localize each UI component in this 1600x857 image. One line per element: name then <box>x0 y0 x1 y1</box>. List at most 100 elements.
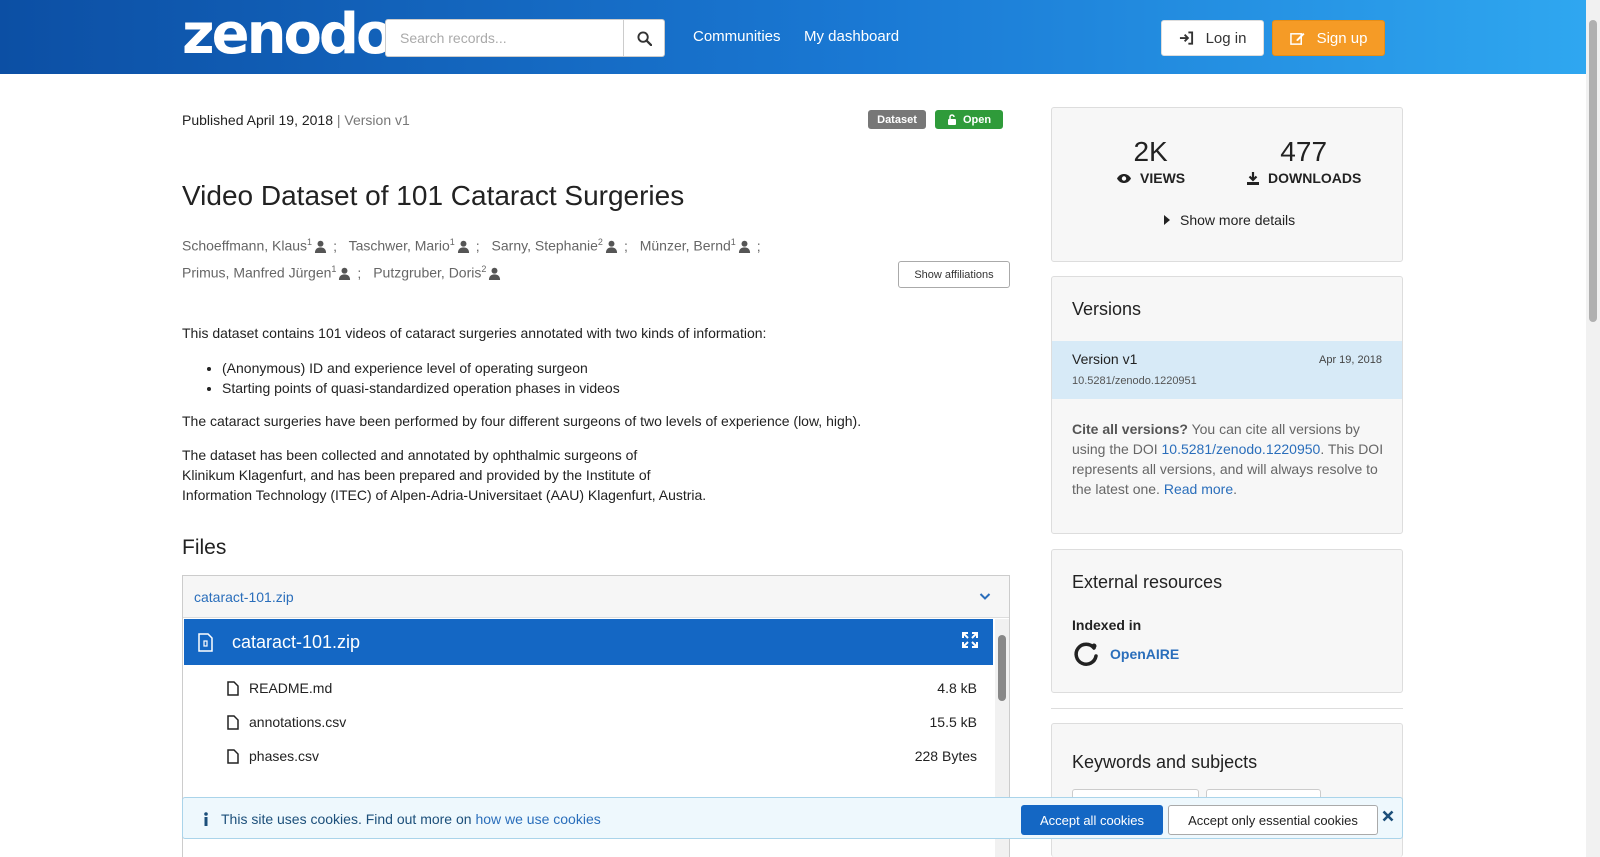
file-size: 15.5 kB <box>929 714 977 730</box>
concept-doi-link[interactable]: 10.5281/zenodo.1220950 <box>1162 441 1321 457</box>
author-affiliation-number: 1 <box>331 264 337 274</box>
file-name: README.md <box>249 680 333 696</box>
versions-title: Versions <box>1072 299 1142 319</box>
expand-icon[interactable] <box>961 631 979 649</box>
info-icon <box>204 812 208 826</box>
show-affiliations-button[interactable]: Show affiliations <box>898 261 1010 288</box>
version-doi: 10.5281/zenodo.1220951 <box>1072 375 1197 387</box>
cookie-policy-link[interactable]: how we use cookies <box>475 811 600 827</box>
archive-preview-header: cataract-101.zip <box>184 619 993 665</box>
downloads-stat: 477 DOWNLOADS <box>1246 136 1361 186</box>
edit-icon <box>1289 32 1305 45</box>
author-name[interactable]: Schoeffmann, Klaus <box>182 238 307 254</box>
description-intro: This dataset contains 101 videos of cata… <box>182 325 767 341</box>
file-archive-icon <box>198 632 213 652</box>
cite-end: . <box>1233 481 1237 497</box>
author-list-line-2: Primus, Manfred Jürgen1; Putzgruber, Dor… <box>182 256 802 287</box>
user-icon[interactable] <box>488 267 501 280</box>
list-item: (Anonymous) ID and experience level of o… <box>222 358 620 378</box>
author-affiliation-number: 1 <box>730 237 736 247</box>
user-icon[interactable] <box>605 240 618 253</box>
user-icon[interactable] <box>738 240 751 253</box>
file-icon <box>227 748 239 764</box>
author-name[interactable]: Primus, Manfred Jürgen <box>182 265 331 281</box>
file-icon <box>227 680 239 696</box>
open-badge-label: Open <box>962 113 992 126</box>
openaire-logo-icon <box>1074 642 1098 666</box>
page-scrollbar[interactable] <box>1586 0 1600 857</box>
external-resources-panel: External resources Indexed in OpenAIRE <box>1051 549 1403 693</box>
show-more-details-toggle[interactable]: Show more details <box>1164 212 1295 228</box>
search-icon <box>637 30 652 46</box>
sidebar-divider <box>1051 708 1403 709</box>
author-affiliation-number: 1 <box>307 237 313 247</box>
table-row[interactable]: README.md 4.8 kB <box>227 676 977 700</box>
files-heading: Files <box>182 536 227 559</box>
search-button[interactable] <box>624 19 665 57</box>
file-name: annotations.csv <box>249 714 347 730</box>
published-text: Published April 19, 2018 <box>182 112 333 128</box>
preview-scrollbar-thumb[interactable] <box>998 635 1006 701</box>
files-accordion-header[interactable]: cataract-101.zip <box>183 576 1009 618</box>
views-stat: 2K VIEWS <box>1116 136 1185 186</box>
accept-essential-cookies-button[interactable]: Accept only essential cookies <box>1168 805 1378 835</box>
author-name[interactable]: Sarny, Stephanie <box>492 238 598 254</box>
openaire-link[interactable]: OpenAIRE <box>1072 640 1179 668</box>
file-icon <box>227 714 239 730</box>
indexed-in-label: Indexed in <box>1072 617 1142 633</box>
unlock-icon <box>947 114 956 125</box>
accept-all-cookies-button[interactable]: Accept all cookies <box>1021 805 1163 835</box>
user-icon[interactable] <box>338 267 351 280</box>
read-more-link[interactable]: Read more <box>1164 481 1233 497</box>
eye-icon <box>1117 173 1131 183</box>
top-navbar: zenodo Communities My dashboard Log in S… <box>0 0 1586 74</box>
table-row[interactable]: annotations.csv 15.5 kB <box>227 710 977 734</box>
publication-date: Published April 19, 2018 | Version v1 <box>182 112 410 128</box>
page-scrollbar-thumb[interactable] <box>1589 20 1597 322</box>
record-title: Video Dataset of 101 Cataract Surgeries <box>182 180 685 211</box>
cookie-text: This site uses cookies. Find out more on <box>221 811 476 827</box>
signup-label: Sign up <box>1316 29 1368 47</box>
views-count: 2K <box>1133 136 1168 167</box>
description-bullets: (Anonymous) ID and experience level of o… <box>222 358 620 398</box>
description-line: Information Technology (ITEC) of Alpen-A… <box>182 487 707 503</box>
file-size: 4.8 kB <box>937 680 977 696</box>
chevron-down-icon[interactable] <box>979 592 991 601</box>
login-label: Log in <box>1205 29 1247 47</box>
archive-link[interactable]: cataract-101.zip <box>194 589 294 605</box>
author-name[interactable]: Putzgruber, Doris <box>373 265 481 281</box>
external-resources-title: External resources <box>1072 572 1223 592</box>
caret-right-icon <box>1164 215 1170 225</box>
search-input[interactable] <box>385 19 625 57</box>
version-name[interactable]: Version v1 <box>1072 351 1137 367</box>
description-paragraph-2: The cataract surgeries have been perform… <box>182 413 862 429</box>
author-name[interactable]: Taschwer, Mario <box>349 238 450 254</box>
table-row[interactable]: phases.csv 228 Bytes <box>227 744 977 768</box>
list-item: Starting points of quasi-standardized op… <box>222 378 620 398</box>
zenodo-logo[interactable]: zenodo <box>182 7 394 63</box>
downloads-count: 477 <box>1280 136 1328 167</box>
version-item-current[interactable]: Version v1 Apr 19, 2018 10.5281/zenodo.1… <box>1052 341 1402 399</box>
dataset-badge: Dataset <box>868 110 926 129</box>
signup-button[interactable]: Sign up <box>1272 20 1385 56</box>
dataset-badge-label: Dataset <box>877 113 917 126</box>
description-line: Klinikum Klagenfurt, and has been prepar… <box>182 467 651 483</box>
stats-panel: 2K VIEWS 477 DOWNLOADS Show more details <box>1051 107 1403 262</box>
keywords-title: Keywords and subjects <box>1072 752 1258 772</box>
nav-my-dashboard[interactable]: My dashboard <box>804 28 899 45</box>
cookie-message: This site uses cookies. Find out more on… <box>221 811 601 827</box>
close-icon[interactable] <box>1382 810 1394 822</box>
version-date: Apr 19, 2018 <box>1319 354 1382 366</box>
description-line: The dataset has been collected and annot… <box>182 447 638 463</box>
nav-communities[interactable]: Communities <box>693 28 781 45</box>
author-name[interactable]: Münzer, Bernd <box>640 238 731 254</box>
user-icon[interactable] <box>457 240 470 253</box>
search-form <box>385 19 665 57</box>
description-paragraph-3: The dataset has been collected and annot… <box>182 445 706 505</box>
cite-question: Cite all versions? <box>1072 421 1188 437</box>
user-icon[interactable] <box>314 240 327 253</box>
login-button[interactable]: Log in <box>1161 20 1264 56</box>
author-affiliation-number: 2 <box>481 264 487 274</box>
views-label: VIEWS <box>1140 170 1186 186</box>
archive-preview-title: cataract-101.zip <box>232 631 361 652</box>
